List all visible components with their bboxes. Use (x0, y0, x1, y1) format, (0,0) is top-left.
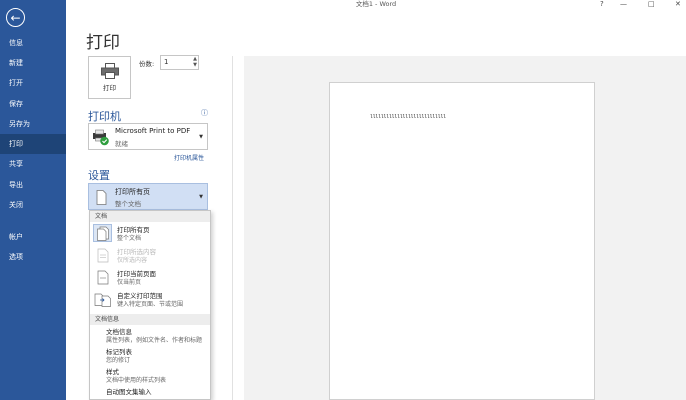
copies-label: 份数: (139, 60, 155, 68)
nav-item-info[interactable]: 信息 (0, 33, 66, 53)
nav-item-new[interactable]: 新建 (0, 53, 66, 73)
restore-icon[interactable]: □ (648, 0, 655, 9)
nav-item-save-as[interactable]: 另存为 (0, 114, 66, 134)
chevron-down-icon: ▼ (199, 134, 203, 140)
option-autotext[interactable]: 自动图文集输入 (90, 385, 210, 399)
option-print-current-page[interactable]: 打印当前页面 仅当前页 (90, 266, 210, 288)
print-button[interactable]: 打印 (88, 56, 131, 99)
info-icon[interactable]: ⓘ (201, 108, 208, 118)
spin-arrows-icon[interactable]: ▲ ▼ (193, 56, 197, 68)
settings-heading: 设置 (88, 169, 110, 182)
nav-item-close[interactable]: 关闭 (0, 195, 66, 215)
printer-ready-icon (92, 129, 110, 146)
option-markup-list[interactable]: 标记列表 您的修订 (90, 345, 210, 365)
close-icon[interactable]: ✕ (675, 0, 681, 9)
option-custom-range[interactable]: 自定义打印范围 键入特定页面、节或范围 (90, 288, 210, 310)
preview-page: llllllllllllllllllllllllllll (329, 82, 595, 400)
printer-status: 就绪 (115, 140, 128, 148)
printer-properties-link[interactable]: 打印机属性 (174, 153, 204, 162)
current-page-icon (93, 268, 112, 286)
print-range-desc: 整个文档 (115, 200, 141, 208)
copies-value: 1 (164, 58, 169, 66)
help-icon[interactable]: ? (600, 0, 604, 9)
option-print-selection: 打印所选内容 仅所选内容 (90, 244, 210, 266)
option-desc: 仅所选内容 (117, 257, 148, 264)
preview-text: llllllllllllllllllllllllllll (370, 114, 446, 120)
printer-heading: 打印机 (88, 110, 121, 123)
option-desc: 文档中使用的样式列表 (106, 377, 167, 384)
option-desc: 仅当前页 (117, 279, 142, 286)
backstage-sidebar: ← 信息 新建 打开 保存 另存为 打印 共享 导出 关闭 帐户 选项 (0, 0, 66, 400)
dropdown-section-document: 文档 (90, 211, 210, 222)
nav-item-account[interactable]: 帐户 (0, 227, 66, 247)
print-range-select[interactable]: 打印所有页 整个文档 ▼ (88, 183, 208, 210)
option-desc: 整个文档 (117, 235, 142, 242)
dropdown-section-doc-info: 文档信息 (90, 314, 210, 325)
option-desc: 您的修订 (106, 357, 131, 364)
option-print-all-pages[interactable]: 打印所有页 整个文档 (90, 222, 210, 244)
selection-icon (93, 246, 112, 264)
nav-item-print[interactable]: 打印 (0, 134, 66, 154)
printer-select[interactable]: Microsoft Print to PDF 就绪 ▼ (88, 123, 208, 150)
page-title: 打印 (86, 33, 120, 53)
printer-icon (100, 63, 119, 79)
nav-item-export[interactable]: 导出 (0, 175, 66, 195)
option-document-info[interactable]: 文档信息 属性列表，例如文件名、作者和标题 (90, 325, 210, 345)
nav-item-options[interactable]: 选项 (0, 247, 66, 267)
nav-item-save[interactable]: 保存 (0, 94, 66, 114)
print-range-dropdown: 文档 打印所有页 整个文档 打印所选内容 仅所选内容 打印当前页面 仅当前页 自… (89, 210, 211, 400)
copies-stepper[interactable]: 1 ▲ ▼ (160, 55, 199, 70)
option-styles[interactable]: 样式 文档中使用的样式列表 (90, 365, 210, 385)
minimize-icon[interactable]: — (620, 0, 627, 9)
back-arrow-icon[interactable]: ← (6, 8, 25, 27)
option-title: 自动图文集输入 (106, 388, 152, 396)
pane-separator (232, 56, 233, 400)
title-bar: 文档1 - Word ? — □ ✕ (66, 0, 686, 10)
nav-item-share[interactable]: 共享 (0, 154, 66, 174)
chevron-down-icon: ▼ (199, 194, 203, 200)
option-desc: 属性列表，例如文件名、作者和标题 (106, 337, 203, 344)
printer-name: Microsoft Print to PDF (115, 127, 191, 135)
print-button-label: 打印 (103, 84, 116, 92)
document-icon (92, 189, 110, 206)
document-title: 文档1 - Word (355, 0, 397, 8)
all-pages-icon (93, 224, 112, 242)
nav-item-open[interactable]: 打开 (0, 73, 66, 93)
print-range-title: 打印所有页 (115, 188, 150, 196)
custom-range-icon (93, 290, 112, 308)
option-desc: 键入特定页面、节或范围 (117, 301, 184, 308)
